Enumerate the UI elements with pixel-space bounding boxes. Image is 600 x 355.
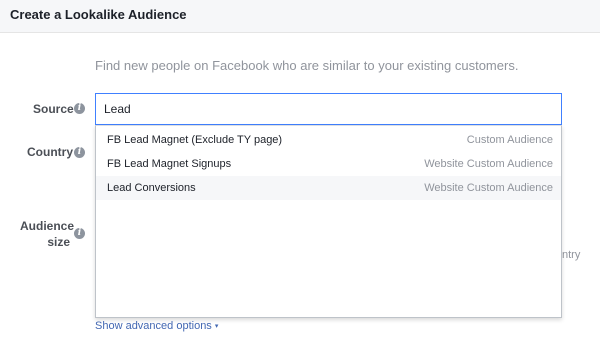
info-icon[interactable]: i [74, 103, 85, 114]
country-helper-text-partial: ntry [562, 249, 581, 261]
option-type: Website Custom Audience [424, 182, 553, 194]
dropdown-option[interactable]: FB Lead Magnet (Exclude TY page) Custom … [96, 128, 561, 152]
audience-size-label-line2: size [47, 235, 70, 249]
option-name: FB Lead Magnet Signups [107, 158, 232, 170]
option-name: Lead Conversions [107, 182, 196, 194]
info-icon[interactable]: i [74, 147, 85, 158]
show-advanced-options-link[interactable]: Show advanced options ▾ [95, 320, 218, 332]
option-type: Custom Audience [466, 134, 553, 146]
dropdown-option[interactable]: FB Lead Magnet Signups Website Custom Au… [96, 152, 561, 176]
option-name: FB Lead Magnet (Exclude TY page) [107, 134, 283, 146]
country-label: Country [27, 145, 73, 159]
source-input[interactable] [95, 93, 562, 125]
dropdown-option[interactable]: Lead Conversions Website Custom Audience [96, 176, 561, 200]
info-icon[interactable]: i [74, 228, 85, 239]
source-label: Source [33, 102, 74, 116]
chevron-down-icon: ▾ [214, 323, 219, 330]
dialog-header: Create a Lookalike Audience [0, 0, 600, 33]
advanced-label: Show advanced options [95, 320, 212, 332]
source-dropdown: FB Lead Magnet (Exclude TY page) Custom … [95, 125, 562, 318]
audience-size-label-line1: Audience [20, 219, 75, 233]
intro-text: Find new people on Facebook who are simi… [95, 58, 519, 73]
audience-size-label: Audience size [20, 218, 75, 250]
dialog-title: Create a Lookalike Audience [10, 7, 187, 22]
option-type: Website Custom Audience [424, 158, 553, 170]
